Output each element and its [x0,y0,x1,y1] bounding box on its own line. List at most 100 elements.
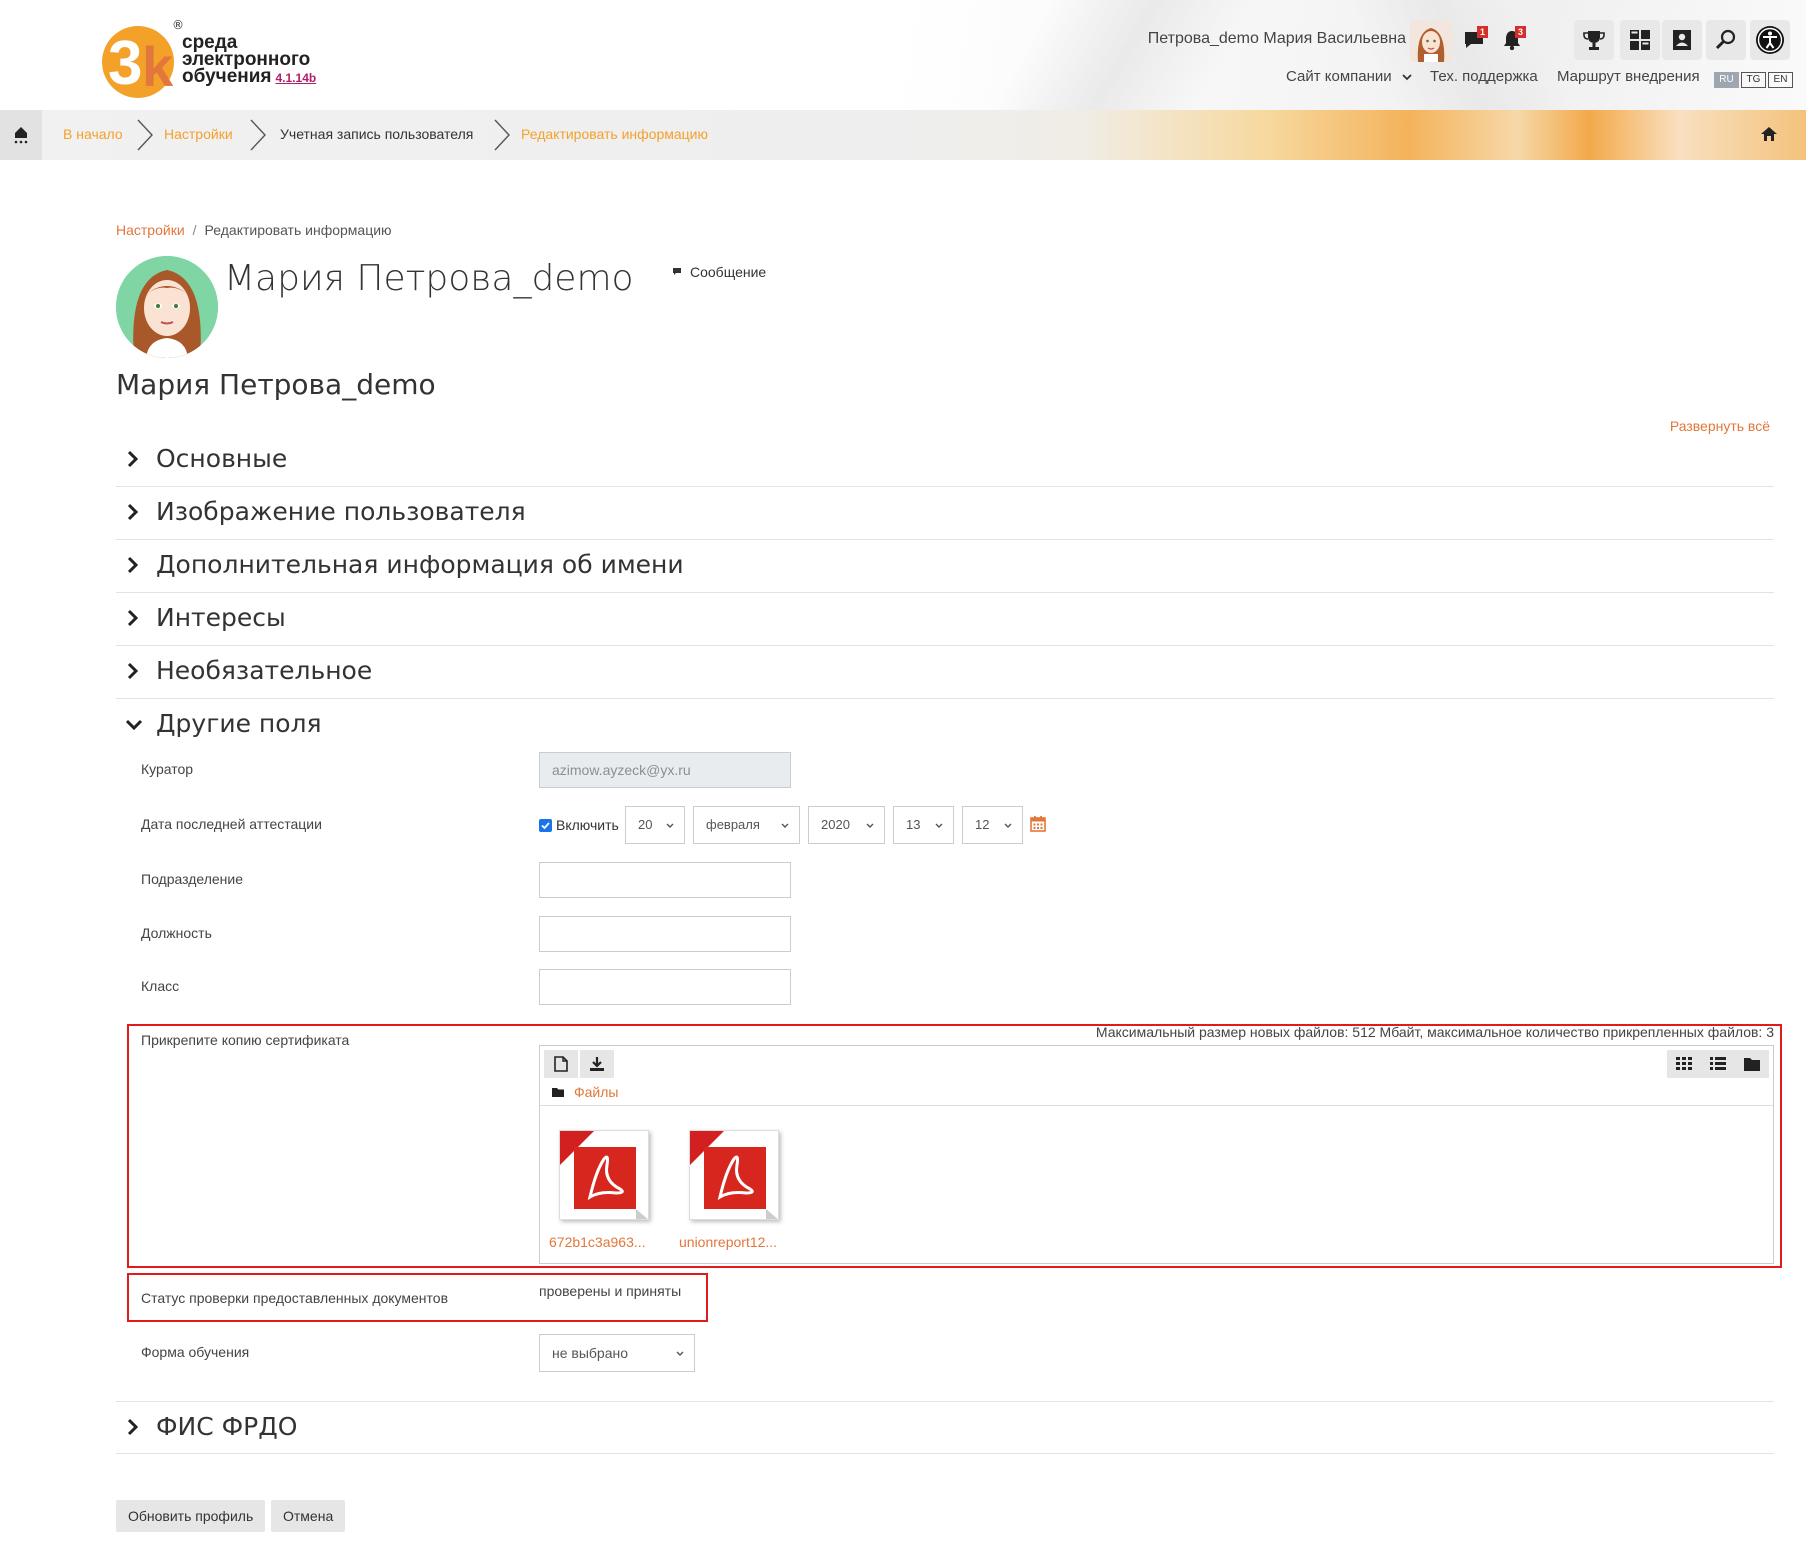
company-site-menu[interactable]: Сайт компании [1286,68,1412,85]
header-user-name[interactable]: Петрова_demo Мария Васильевна [1148,30,1406,48]
chevron-right-icon [127,662,139,680]
calendar-icon [1030,816,1046,832]
enable-label: Включить [556,817,619,833]
chevron-right-icon [127,1418,139,1436]
profile-avatar [116,256,218,358]
home-dots-icon [14,127,28,144]
crumb-home[interactable]: В начало [63,126,123,142]
section-extra-name[interactable]: Дополнительная информация об имени [116,540,1774,593]
calendar-button[interactable] [1030,815,1046,836]
crumb-account: Учетная запись пользователя [280,126,474,142]
profile-card-button[interactable] [1662,20,1702,60]
file-item[interactable]: 672b1c3a963... [549,1130,669,1250]
attestation-minute-value: 12 [975,817,990,832]
attestation-minute-select[interactable]: 12 [962,806,1023,844]
user-badge-icon [1673,30,1691,50]
file-item[interactable]: unionreport12... [679,1130,799,1250]
file-name: 672b1c3a963... [549,1234,646,1250]
position-input[interactable] [539,916,791,952]
logo-line-3: обучения [182,66,272,87]
logo-version: 4.1.14b [275,71,317,85]
list-view-icon[interactable] [1710,1057,1726,1071]
pdf-file-icon [690,1131,778,1219]
logo-text: среда электронного обучения 4.1.14b [182,33,317,87]
section-other-fields[interactable]: Другие поля [116,699,1774,752]
send-message-label: Сообщение [690,264,767,280]
study-form-select[interactable]: не выбрано [539,1334,695,1372]
trophy-icon [1583,31,1605,50]
section-user-picture[interactable]: Изображение пользователя [116,487,1774,540]
file-manager-path[interactable]: Файлы [552,1084,618,1100]
chevron-down-icon [866,823,874,828]
form-heading: Мария Петрова_demo [116,368,436,401]
chat-bubble-icon [673,268,681,275]
pdf-file-icon [560,1131,648,1219]
attestation-year-value: 2020 [821,817,850,832]
class-input[interactable] [539,969,791,1005]
curator-input[interactable]: azimow.ayzeck@yx.ru [539,752,791,788]
cancel-button[interactable]: Отмена [271,1500,346,1532]
search-button[interactable] [1706,20,1746,60]
class-label: Класс [141,978,180,994]
header-user-avatar[interactable] [1410,20,1452,62]
page-breadcrumb-settings[interactable]: Настройки [116,222,185,238]
lang-tg[interactable]: TG [1741,72,1766,88]
section-title: Основные [156,444,288,473]
achievements-button[interactable] [1574,20,1614,60]
home-icon [1761,127,1777,141]
section-title: ФИС ФРДО [156,1412,298,1441]
download-button[interactable] [580,1050,614,1078]
enable-checkbox[interactable] [539,818,552,832]
folder-view-icon[interactable] [1744,1057,1760,1071]
dashboard-button[interactable] [1620,20,1660,60]
attestation-year-select[interactable]: 2020 [808,806,885,844]
attestation-hour-select[interactable]: 13 [893,806,954,844]
accessibility-button[interactable] [1750,20,1790,60]
certificate-label: Прикрепите копию сертификата [141,1032,350,1048]
new-file-icon [554,1056,568,1072]
study-form-label: Форма обучения [141,1344,250,1360]
brand-logo[interactable]: 3 k ® среда электронного обучения 4.1.14b [100,18,320,102]
section-interests[interactable]: Интересы [116,593,1774,646]
chevron-right-icon [127,503,139,521]
position-label: Должность [141,925,212,941]
lang-en[interactable]: EN [1768,72,1793,88]
breadcrumb-bar: В начало Настройки Учетная запись пользо… [0,110,1806,160]
section-title: Изображение пользователя [156,497,526,526]
route-link[interactable]: Маршрут внедрения [1557,68,1700,85]
lang-ru[interactable]: RU [1714,72,1739,88]
division-input[interactable] [539,862,791,898]
crumb-separator-icon [494,119,510,151]
files-path-label: Файлы [574,1084,619,1100]
add-file-button[interactable] [544,1050,578,1078]
support-link[interactable]: Тех. поддержка [1430,68,1538,85]
grid-view-icon[interactable] [1676,1057,1692,1071]
notifications-badge: 3 [1515,26,1526,38]
chevron-down-icon [935,823,943,828]
section-fis-frdo[interactable]: ФИС ФРДО [116,1401,1774,1454]
crumb-settings[interactable]: Настройки [164,126,233,142]
attestation-day-select[interactable]: 20 [625,806,685,844]
send-message-link[interactable]: Сообщение [672,264,766,280]
chevron-down-icon [676,1351,684,1356]
attestation-enable[interactable]: Включить [539,817,619,833]
file-manager: Файлы 672b1c3a963... unionreport12... [539,1045,1774,1264]
company-site-label: Сайт компании [1286,68,1392,85]
attestation-date-label: Дата последней аттестации [141,816,322,832]
chevron-right-icon [127,556,139,574]
curator-label: Куратор [141,761,194,777]
crumb-edit-info[interactable]: Редактировать информацию [521,126,708,142]
update-profile-button[interactable]: Обновить профиль [116,1500,266,1532]
page-breadcrumb: Настройки / Редактировать информацию [116,222,392,238]
messages-button[interactable]: 1 [1456,22,1492,58]
attestation-month-select[interactable]: февраля [693,806,800,844]
section-title: Дополнительная информация об имени [156,550,684,579]
status-value: проверены и приняты [539,1283,682,1299]
home-menu-button[interactable] [0,110,42,160]
home-button[interactable] [1760,126,1778,146]
notifications-button[interactable]: 3 [1494,22,1530,58]
expand-all-link[interactable]: Развернуть всё [1670,418,1770,434]
section-optional[interactable]: Необязательное [116,646,1774,699]
section-main[interactable]: Основные [116,434,1774,487]
search-icon [1715,29,1736,50]
